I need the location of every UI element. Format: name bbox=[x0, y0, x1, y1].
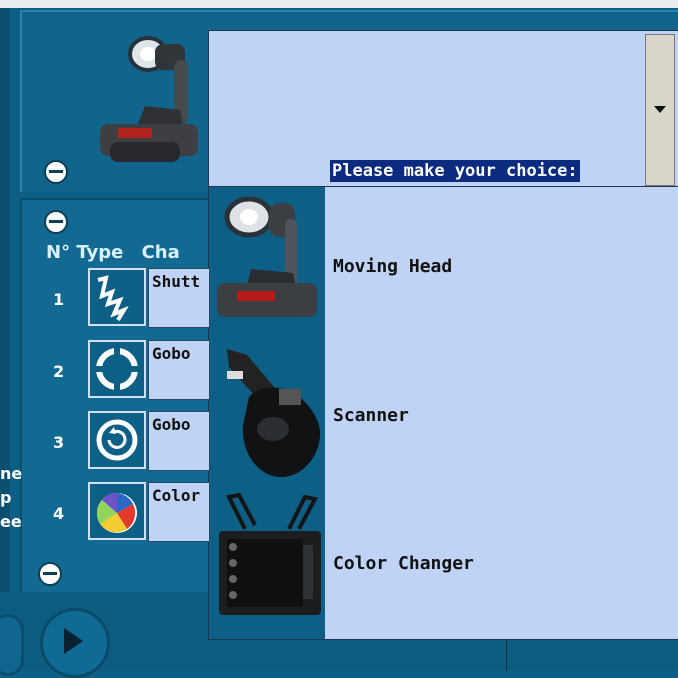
moving-head-icon bbox=[100, 36, 198, 162]
dropdown-prompt: Please make your choice: bbox=[330, 160, 580, 182]
table-row[interactable]: 1 Shutt bbox=[46, 268, 210, 328]
left-fragment: ee bbox=[0, 512, 22, 531]
channel-label: Color bbox=[152, 486, 201, 505]
top-bar bbox=[0, 0, 678, 8]
table-header: N° Type Cha bbox=[46, 242, 180, 263]
channel-label: Gobo bbox=[152, 344, 191, 363]
list-item-color-changer[interactable]: Color Changer bbox=[209, 487, 678, 637]
row-number: 3 bbox=[53, 433, 65, 452]
scanner-icon bbox=[209, 337, 325, 487]
table-row[interactable]: 2 Gobo bbox=[46, 340, 210, 400]
lower-collapse-button-bottom[interactable] bbox=[38, 562, 62, 586]
color-wheel-icon bbox=[88, 482, 146, 540]
moving-head-icon bbox=[209, 187, 325, 337]
upper-collapse-button[interactable] bbox=[44, 160, 68, 184]
left-fragment: ne bbox=[0, 464, 23, 483]
dropdown-list: Moving Head Scanner Color Changer bbox=[208, 186, 678, 640]
left-strip bbox=[0, 8, 10, 671]
left-circle-button[interactable] bbox=[0, 614, 24, 676]
table-header-main: N° Type bbox=[46, 242, 124, 263]
color-changer-icon bbox=[209, 487, 325, 637]
left-fragment: p bbox=[0, 488, 12, 507]
gobo-icon bbox=[88, 340, 146, 398]
list-item-label: Scanner bbox=[333, 405, 409, 426]
device-preview bbox=[90, 20, 210, 170]
list-item-label: Moving Head bbox=[333, 256, 453, 277]
channel-label: Shutt bbox=[152, 272, 201, 291]
table-row[interactable]: 3 Gobo bbox=[46, 411, 210, 471]
row-number: 1 bbox=[53, 290, 65, 309]
list-item-label: Color Changer bbox=[333, 553, 474, 574]
list-item-moving-head[interactable]: Moving Head bbox=[209, 187, 678, 337]
row-number: 2 bbox=[53, 362, 65, 381]
table-header-suffix: Cha bbox=[141, 242, 180, 263]
table-row[interactable]: 4 Color bbox=[46, 482, 210, 542]
row-number: 4 bbox=[53, 504, 65, 523]
gobo-rotation-icon bbox=[88, 411, 146, 469]
shutter-icon bbox=[88, 268, 146, 326]
list-item-scanner[interactable]: Scanner bbox=[209, 337, 678, 487]
left-fragments: ne p ee bbox=[0, 462, 23, 534]
play-button[interactable] bbox=[40, 608, 110, 678]
channel-label: Gobo bbox=[152, 415, 191, 434]
dropdown-arrow-button[interactable] bbox=[645, 34, 675, 186]
lower-collapse-button[interactable] bbox=[44, 210, 68, 234]
